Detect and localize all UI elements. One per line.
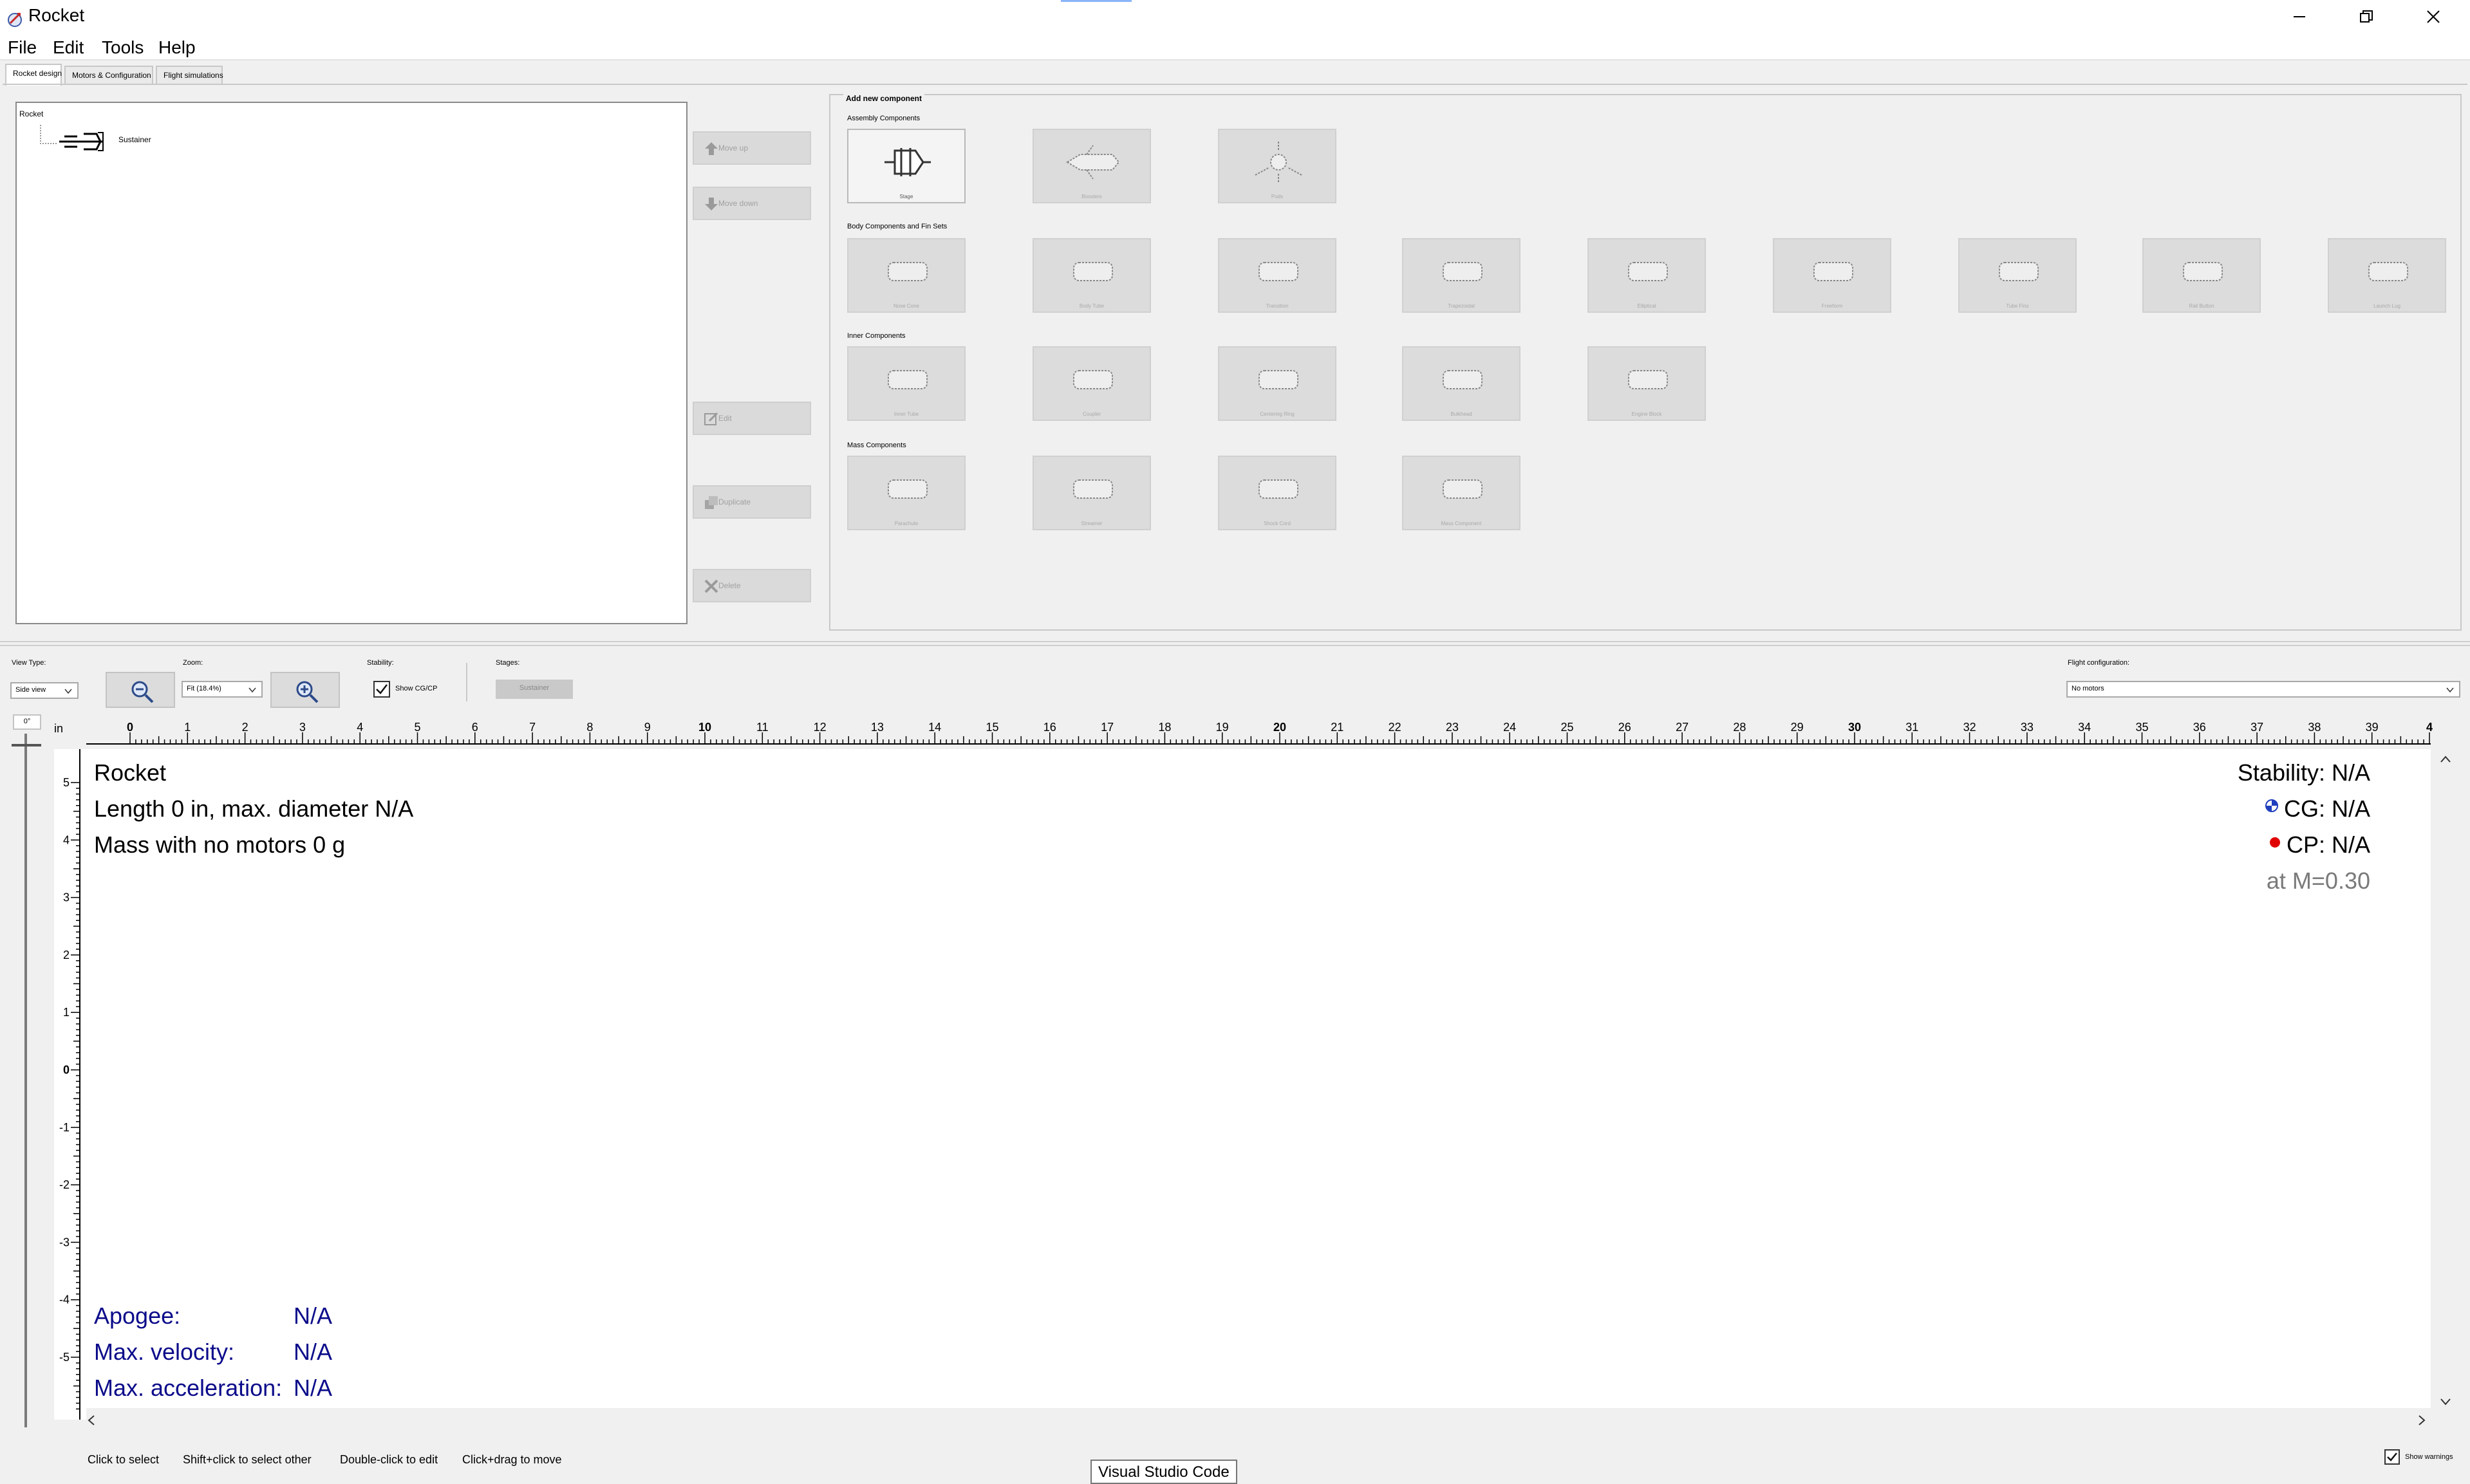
ruler-label: 36 — [2193, 721, 2206, 734]
v-ruler-label: 3 — [63, 891, 70, 904]
ruler-label: 19 — [1216, 721, 1229, 734]
ruler-label: 23 — [1446, 721, 1459, 734]
ruler-label: 1 — [184, 721, 191, 734]
cg-marker-icon — [2265, 799, 2278, 812]
ruler-label: 12 — [814, 721, 827, 734]
apogee-value: N/A — [294, 1303, 333, 1329]
v-ruler-label: 5 — [63, 776, 70, 789]
ruler-label: 26 — [1618, 721, 1631, 734]
ruler-label: 39 — [2366, 721, 2379, 734]
hint-double-click: Double-click to edit — [340, 1453, 438, 1466]
v-ruler-label: 1 — [63, 1006, 70, 1019]
v-ruler-label: 4 — [63, 833, 70, 846]
figure-cg: CG: N/A — [2283, 795, 2370, 822]
ruler-label: 13 — [871, 721, 884, 734]
ruler-label: 30 — [1848, 721, 1861, 734]
checkmark-icon — [2387, 1452, 2397, 1461]
ruler-label: 27 — [1676, 721, 1689, 734]
hint-click-drag: Click+drag to move — [462, 1453, 562, 1466]
scroll-left-icon[interactable] — [86, 1414, 98, 1426]
ruler-label: 33 — [2021, 721, 2034, 734]
apogee-label: Apogee: — [94, 1303, 181, 1329]
figure-rocket-name: Rocket — [94, 759, 167, 786]
ruler-label: 38 — [2308, 721, 2321, 734]
ruler-label: 2 — [242, 721, 248, 734]
figure-mass: Mass with no motors 0 g — [94, 831, 346, 858]
figure-cg-row: CG: N/A — [2265, 795, 2370, 822]
ruler-label: 31 — [1905, 721, 1918, 734]
ruler-label: 7 — [529, 721, 536, 734]
ruler-label: 0 — [127, 721, 133, 734]
max-velocity-label: Max. velocity: — [94, 1339, 235, 1365]
max-acceleration-label: Max. acceleration: — [94, 1375, 283, 1401]
taskbar-tooltip: Visual Studio Code — [1090, 1460, 1237, 1484]
ruler-label: 8 — [586, 721, 593, 734]
max-acceleration-value: N/A — [294, 1375, 333, 1401]
ruler-label: 24 — [1503, 721, 1516, 734]
show-warnings-checkbox[interactable] — [2384, 1449, 2400, 1465]
v-ruler-label: -2 — [59, 1178, 70, 1191]
figure-mach: at M=0.30 — [2266, 867, 2370, 894]
v-ruler-label: -3 — [59, 1236, 70, 1248]
ruler-label: 20 — [1273, 721, 1286, 734]
ruler-label: 35 — [2135, 721, 2148, 734]
ruler-label: 15 — [986, 721, 998, 734]
ruler-label: 16 — [1043, 721, 1056, 734]
ruler-label: 6 — [472, 721, 478, 734]
vertical-ruler: 5 4 3 2 1 0 -1 -2 -3 -4 -5 — [54, 749, 86, 1420]
rocket-figure[interactable]: Rocket Length 0 in, max. diameter N/A Ma… — [54, 749, 2431, 1420]
ruler-label: 21 — [1331, 721, 1343, 734]
hint-click-select: Click to select — [88, 1453, 160, 1466]
hint-shift-click: Shift+click to select other — [183, 1453, 312, 1466]
ruler-label: 28 — [1733, 721, 1746, 734]
ruler-label: 10 — [698, 721, 711, 734]
scroll-up-icon[interactable] — [2440, 754, 2451, 766]
v-ruler-label: 2 — [63, 949, 70, 961]
horizontal-ruler: 0 1 2 3 4 5 6 7 8 9 10 11 12 13 14 15 16 17 18 19 20 21 22 23 24… — [86, 721, 2433, 745]
v-ruler-label: -5 — [59, 1351, 70, 1364]
view-rotation-slider[interactable] — [24, 734, 27, 1427]
ruler-label: 5 — [414, 721, 420, 734]
cp-marker-icon — [2269, 837, 2280, 848]
figure-stability: Stability: N/A — [2237, 759, 2370, 786]
max-velocity-value: N/A — [294, 1339, 333, 1365]
ruler-label: 4 — [357, 721, 363, 734]
ruler-label: 25 — [1560, 721, 1573, 734]
figure-length: Length 0 in, max. diameter N/A — [94, 795, 414, 822]
horizontal-scrollbar[interactable] — [86, 1408, 2431, 1434]
ruler-label: 4 — [2426, 721, 2433, 734]
v-ruler-label: -4 — [59, 1294, 70, 1306]
ruler-label: 3 — [299, 721, 306, 734]
v-ruler-label: 0 — [63, 1064, 70, 1077]
ruler-label: 29 — [1791, 721, 1804, 734]
ruler-label: 14 — [928, 721, 941, 734]
ruler-label: 18 — [1158, 721, 1171, 734]
ruler-label: 37 — [2250, 721, 2263, 734]
figure-cp-row: CP: N/A — [2269, 831, 2370, 858]
ruler-label: 34 — [2078, 721, 2091, 734]
ruler-label: 32 — [1963, 721, 1976, 734]
vertical-scrollbar[interactable] — [2431, 749, 2462, 1420]
show-warnings-label: Show warnings — [2405, 1453, 2453, 1461]
ruler-label: 22 — [1389, 721, 1401, 734]
figure-cp: CP: N/A — [2286, 831, 2370, 858]
scroll-down-icon[interactable] — [2440, 1395, 2451, 1407]
ruler-label: 11 — [756, 721, 769, 734]
ruler-label: 9 — [644, 721, 651, 734]
ruler-label: 17 — [1101, 721, 1114, 734]
v-ruler-label: -1 — [59, 1121, 70, 1134]
scroll-right-icon[interactable] — [2415, 1414, 2427, 1426]
